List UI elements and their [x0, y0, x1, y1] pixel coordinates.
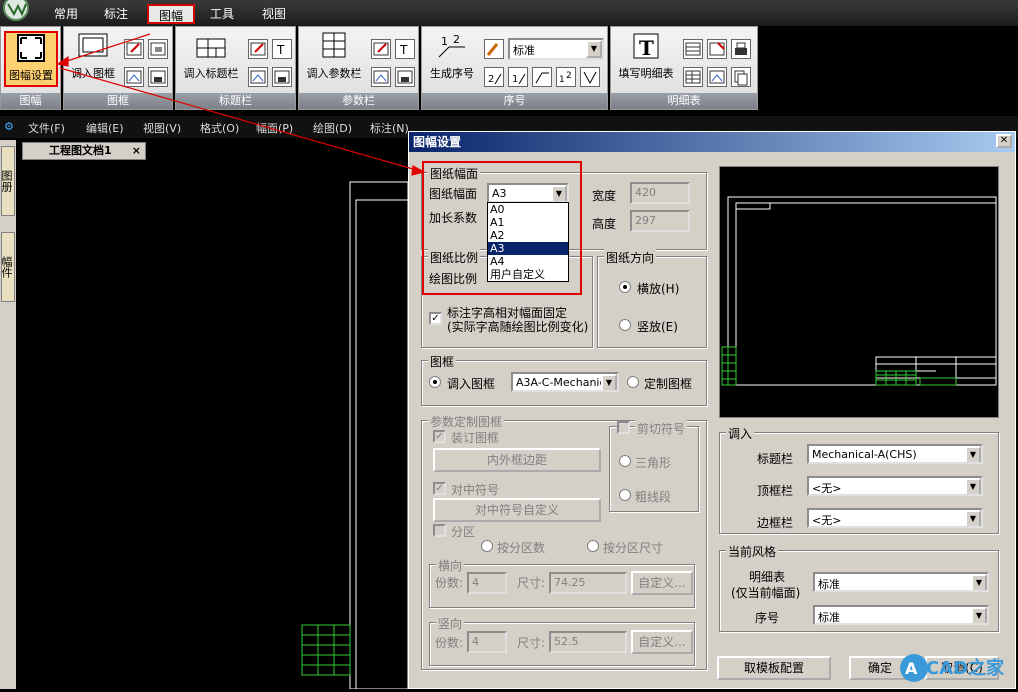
annotation-arrows: [56, 33, 426, 176]
watermark-text: CAD之家: [926, 658, 1005, 679]
watermark: A CAD之家: [896, 648, 1018, 688]
svg-text:A: A: [905, 659, 918, 678]
